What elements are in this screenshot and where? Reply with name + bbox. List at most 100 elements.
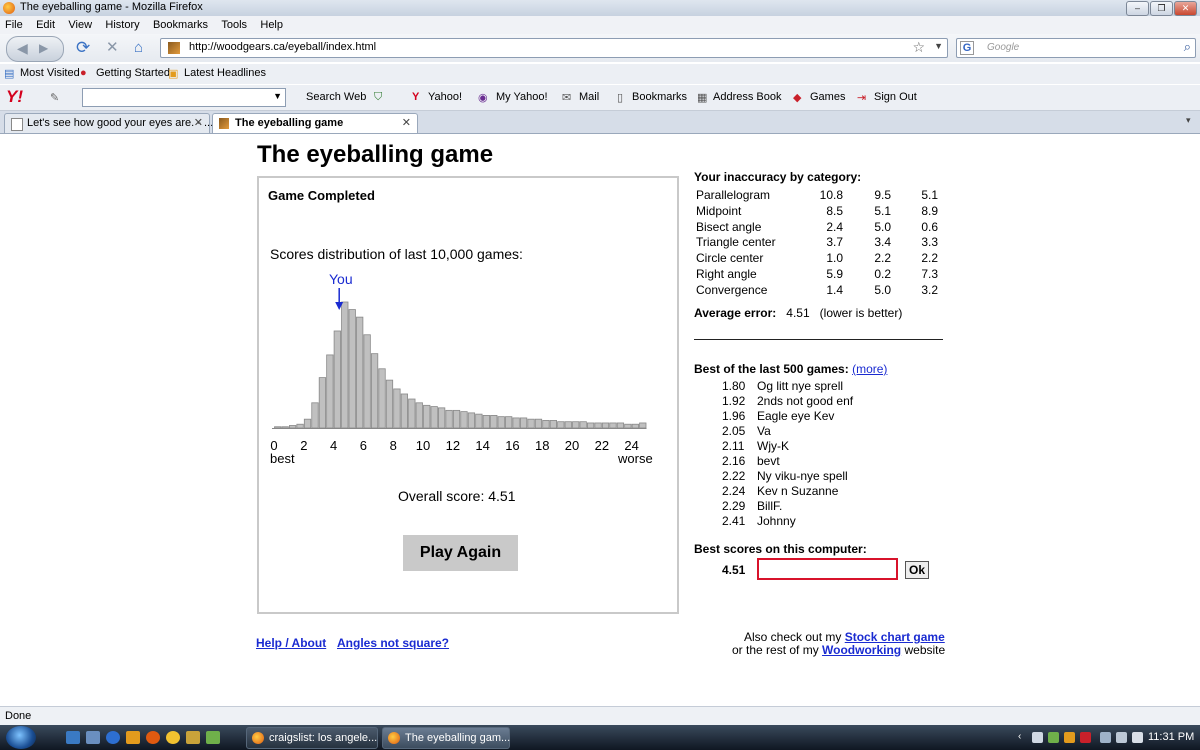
my-yahoo-link[interactable]: My Yahoo! xyxy=(496,91,548,103)
close-window-button[interactable]: ✕ xyxy=(1174,1,1197,16)
tray-security-icon[interactable] xyxy=(1048,732,1059,743)
best500-heading: Best of the last 500 games: xyxy=(694,362,849,376)
histogram-bar xyxy=(400,393,408,429)
tray-alert-icon[interactable] xyxy=(1080,732,1091,743)
tray-connection-icon[interactable] xyxy=(1116,732,1127,743)
category-value: 2.4 xyxy=(826,219,843,234)
category-row: Right angle 5.9 0.2 7.3 xyxy=(696,267,941,283)
help-about-link[interactable]: Help / About xyxy=(256,636,326,650)
firefox-quicklaunch-icon[interactable] xyxy=(146,731,160,744)
sign-out-link[interactable]: Sign Out xyxy=(874,91,917,103)
back-forward-button[interactable]: ◀ ▶ xyxy=(6,36,64,62)
maximize-button[interactable]: ❐ xyxy=(1150,1,1173,16)
switch-windows-icon[interactable] xyxy=(86,731,100,744)
bookmarks-icon: ▯ xyxy=(617,92,624,104)
tray-network-icon[interactable] xyxy=(1032,732,1043,743)
histogram-bar xyxy=(624,423,632,429)
x-tick-label: 4 xyxy=(330,438,338,453)
histogram-bar xyxy=(408,398,416,429)
folder-icon[interactable] xyxy=(186,731,200,744)
category-name: Bisect angle xyxy=(696,219,762,234)
category-name: Right angle xyxy=(696,267,757,281)
best-computer-heading: Best scores on this computer: xyxy=(694,542,867,556)
menu-edit[interactable]: Edit xyxy=(36,16,55,34)
yahoo-search-input[interactable]: ▼ xyxy=(82,88,286,107)
chevron-down-icon[interactable]: ▼ xyxy=(273,91,282,101)
histogram-bar xyxy=(512,417,520,429)
angles-not-square-link[interactable]: Angles not square? xyxy=(337,636,449,650)
ok-button[interactable]: Ok xyxy=(905,561,929,579)
yahoo-home-link[interactable]: Yahoo! xyxy=(428,91,462,103)
histogram-bar xyxy=(393,388,401,429)
yahoo-search-web[interactable]: Search Web xyxy=(306,91,366,103)
bookmark-getting-started[interactable]: Getting Started xyxy=(96,67,170,79)
close-tab-icon[interactable]: ✕ xyxy=(402,114,411,133)
stop-icon[interactable]: ✕ xyxy=(106,34,119,62)
also-prefix: Also check out my xyxy=(744,630,845,644)
woodworking-link[interactable]: Woodworking xyxy=(822,643,901,657)
tray-volume-icon[interactable] xyxy=(1132,732,1143,743)
pencil-icon[interactable]: ✎ xyxy=(50,91,59,104)
show-desktop-icon[interactable] xyxy=(66,731,80,744)
bookmark-star-icon[interactable]: ☆ xyxy=(912,39,925,56)
most-visited-icon: ▤ xyxy=(4,68,15,80)
best500-name: Ny viku-nye spell xyxy=(757,469,848,483)
play-again-button[interactable]: Play Again xyxy=(403,535,518,571)
taskbar-item-eyeballing[interactable]: The eyeballing gam... xyxy=(382,727,510,749)
menu-history[interactable]: History xyxy=(105,16,139,34)
menu-tools[interactable]: Tools xyxy=(221,16,247,34)
x-tick-label: 12 xyxy=(445,438,461,453)
games-link[interactable]: Games xyxy=(810,91,845,103)
app-icon[interactable] xyxy=(206,731,220,744)
minimize-button[interactable]: – xyxy=(1126,1,1149,16)
mail-link[interactable]: Mail xyxy=(579,91,599,103)
histogram-bar xyxy=(534,418,543,429)
address-book-link[interactable]: Address Book xyxy=(713,91,781,103)
url-dropdown-icon[interactable]: ▼ xyxy=(934,41,943,51)
close-tab-icon[interactable]: ✕ xyxy=(194,114,203,133)
start-button[interactable] xyxy=(6,726,36,749)
menu-bookmarks[interactable]: Bookmarks xyxy=(153,16,208,34)
yahoo-small-icon: Y xyxy=(412,91,420,103)
taskbar-item-craigslist[interactable]: craigslist: los angele... xyxy=(246,727,378,749)
category-value: 3.2 xyxy=(921,282,938,297)
bookmark-most-visited[interactable]: Most Visited xyxy=(20,67,80,79)
internet-explorer-icon[interactable] xyxy=(106,731,120,744)
histogram-bar xyxy=(356,316,364,429)
window-titlebar: The eyeballing game - Mozilla Firefox – … xyxy=(0,0,1200,17)
home-icon[interactable]: ⌂ xyxy=(134,34,143,62)
name-input[interactable] xyxy=(757,558,898,580)
menu-help[interactable]: Help xyxy=(260,16,283,34)
my-yahoo-icon: ◉ xyxy=(478,92,488,104)
reload-icon[interactable]: ⟳ xyxy=(76,34,90,62)
media-player-icon[interactable] xyxy=(126,731,140,744)
category-value: 8.5 xyxy=(826,203,843,218)
search-box[interactable]: G Google ⌕ xyxy=(956,38,1196,58)
stock-chart-game-link[interactable]: Stock chart game xyxy=(845,630,945,644)
forward-arrow-icon: ▶ xyxy=(39,41,49,55)
tray-update-icon[interactable] xyxy=(1064,732,1075,743)
tab-eyeballing-game[interactable]: The eyeballing game ✕ xyxy=(212,113,418,133)
tab-list-icon[interactable]: ▾ xyxy=(1186,115,1191,126)
menu-view[interactable]: View xyxy=(68,16,92,34)
score-distribution-chart xyxy=(272,288,647,429)
menu-file[interactable]: File xyxy=(5,16,23,34)
rss-feed-icon: ▣ xyxy=(168,68,179,80)
tray-monitor-icon[interactable] xyxy=(1100,732,1111,743)
shield-icon[interactable]: ⛉ xyxy=(374,91,382,104)
bookmarks-toolbar: ▤ Most Visited ● Getting Started ▣ Lates… xyxy=(0,64,1200,84)
rest-of-site-line: or the rest of my Woodworking website xyxy=(732,643,945,657)
address-bar[interactable]: http://woodgears.ca/eyeball/index.html ☆… xyxy=(160,38,948,58)
search-icon[interactable]: ⌕ xyxy=(1184,39,1191,55)
x-tick-label: 22 xyxy=(594,438,610,453)
more-link[interactable]: (more) xyxy=(852,362,887,376)
x-tick-label: 6 xyxy=(359,438,368,453)
messenger-icon[interactable] xyxy=(166,731,180,744)
x-tick-label: 18 xyxy=(535,438,550,453)
google-search-engine-icon[interactable]: G xyxy=(960,41,974,55)
yahoo-bookmarks-link[interactable]: Bookmarks xyxy=(632,91,687,103)
tray-chevron-icon[interactable]: ‹ xyxy=(1018,731,1021,742)
yahoo-logo[interactable]: Y! xyxy=(6,87,23,107)
tab-lets-see[interactable]: Let's see how good your eyes are. - ... … xyxy=(4,113,213,133)
bookmark-latest-headlines[interactable]: Latest Headlines xyxy=(184,67,266,79)
